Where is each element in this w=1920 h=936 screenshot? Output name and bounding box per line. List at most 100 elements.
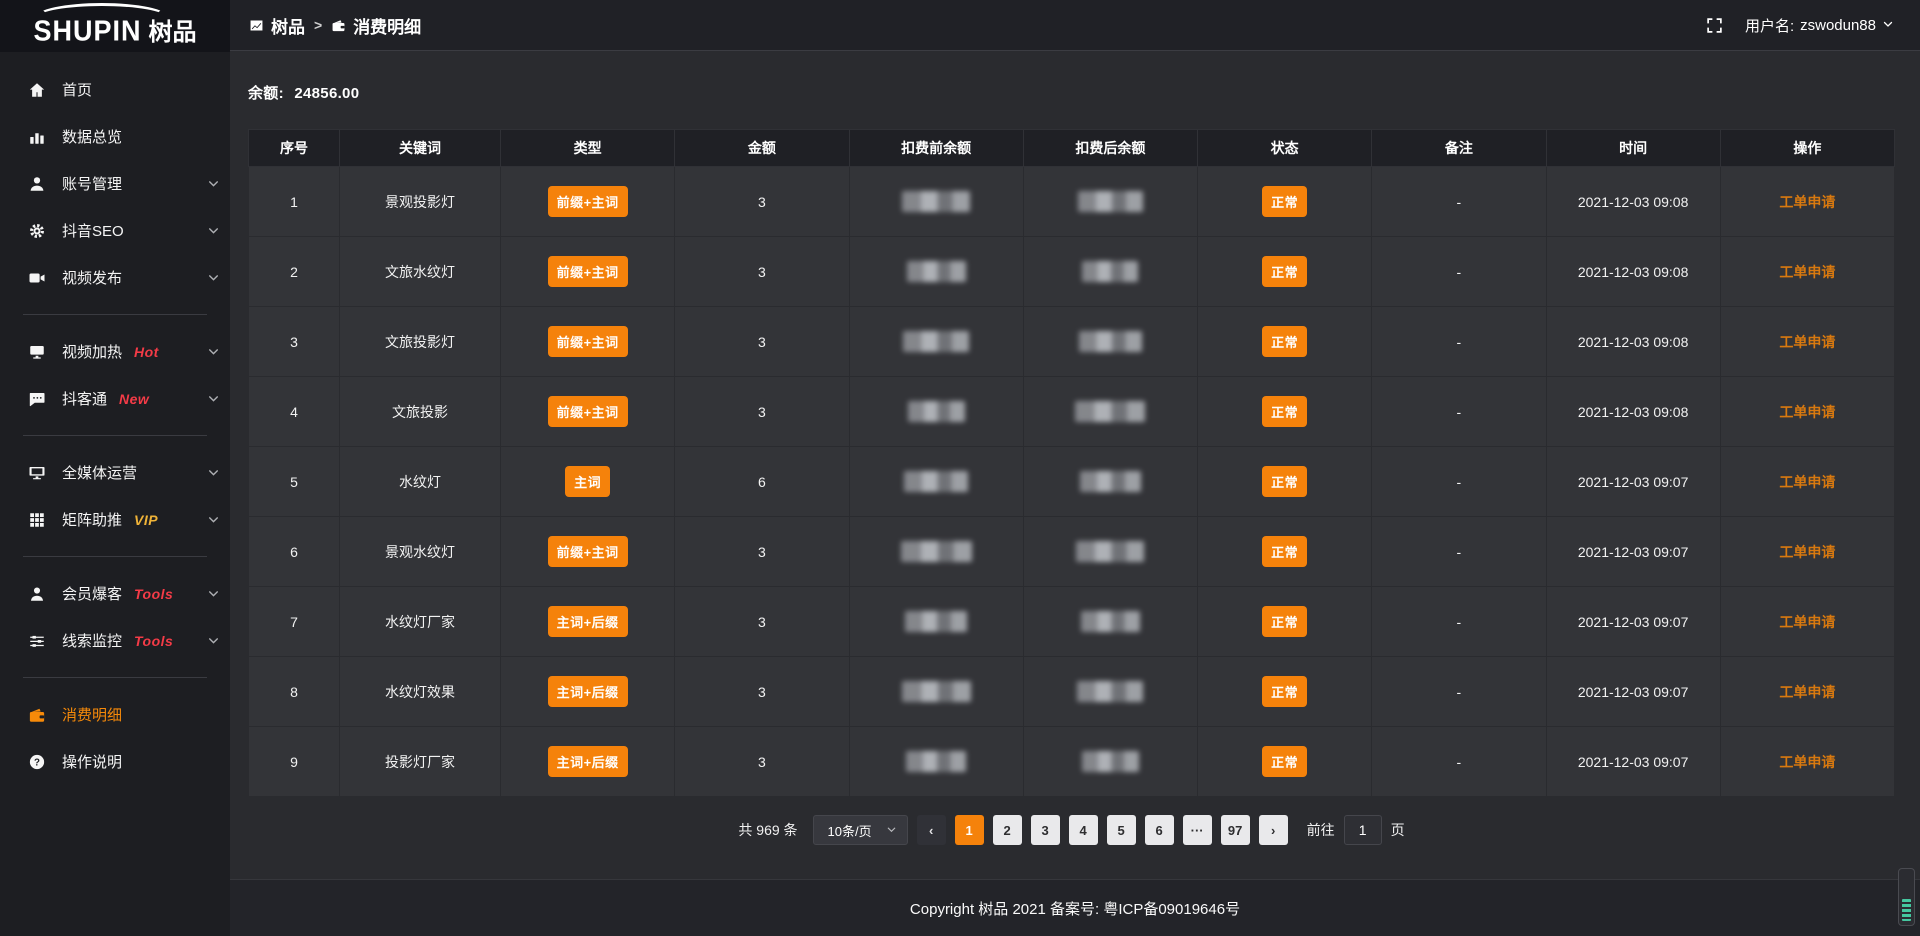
redacted-balance — [901, 541, 972, 562]
page-ellipsis-button[interactable]: ··· — [1183, 815, 1212, 845]
cell-keyword: 文旅水纹灯 — [340, 237, 501, 307]
breadcrumb-item-树品[interactable]: 树品 — [249, 13, 305, 38]
sidebar-item-视频加热[interactable]: 视频加热Hot — [0, 328, 230, 375]
wallet-icon — [331, 18, 346, 33]
type-badge: 前缀+主词 — [548, 326, 628, 357]
work-order-link[interactable]: 工单申请 — [1779, 264, 1835, 280]
status-badge: 正常 — [1262, 466, 1307, 497]
cell-status: 正常 — [1198, 377, 1372, 447]
page-button-3[interactable]: 3 — [1031, 815, 1060, 845]
column-header-金额: 金额 — [675, 130, 849, 167]
cell-balance-before — [849, 307, 1023, 377]
widget-stripes — [1902, 899, 1911, 921]
sidebar-item-badge: New — [119, 391, 149, 407]
cell-status: 正常 — [1198, 447, 1372, 517]
page-button-5[interactable]: 5 — [1107, 815, 1136, 845]
cell-index: 6 — [249, 517, 340, 587]
copyright-text: Copyright 树品 2021 备案号: 粤ICP备09019646号 — [910, 898, 1240, 919]
cell-keyword: 水纹灯厂家 — [340, 587, 501, 657]
sidebar-item-抖音SEO[interactable]: 抖音SEO — [0, 207, 230, 254]
work-order-link[interactable]: 工单申请 — [1779, 684, 1835, 700]
work-order-link[interactable]: 工单申请 — [1779, 544, 1835, 560]
table-row: 5水纹灯主词6正常-2021-12-03 09:07工单申请 — [249, 447, 1895, 517]
content-area: 余额: 24856.00 序号关键词类型金额扣费前余额扣费后余额状态备注时间操作… — [230, 51, 1920, 879]
member-icon — [27, 584, 47, 604]
sidebar-divider — [23, 556, 207, 557]
breadcrumb-item-消费明细[interactable]: 消费明细 — [331, 13, 421, 38]
app-root: SHUPIN 树品 首页数据总览账号管理抖音SEO视频发布视频加热Hot抖客通N… — [0, 0, 1920, 936]
cell-amount: 6 — [675, 447, 849, 517]
work-order-link[interactable]: 工单申请 — [1779, 754, 1835, 770]
sliders-icon — [27, 631, 47, 651]
type-badge: 主词+后缀 — [548, 746, 628, 777]
work-order-link[interactable]: 工单申请 — [1779, 474, 1835, 490]
column-header-扣费后余额: 扣费后余额 — [1023, 130, 1197, 167]
cell-time: 2021-12-03 09:08 — [1546, 237, 1720, 307]
chevron-down-icon — [207, 392, 220, 405]
goto-label: 前往 — [1307, 820, 1335, 840]
cell-remark: - — [1372, 587, 1546, 657]
cell-remark: - — [1372, 657, 1546, 727]
sidebar-item-首页[interactable]: 首页 — [0, 66, 230, 113]
chevron-down-icon — [1882, 17, 1894, 34]
user-dropdown[interactable]: 用户名: zswodun88 — [1745, 15, 1894, 36]
sidebar-item-label: 矩阵助推 — [62, 509, 122, 530]
sidebar-item-线索监控[interactable]: 线索监控Tools — [0, 617, 230, 664]
page-footer: Copyright 树品 2021 备案号: 粤ICP备09019646号 — [230, 879, 1920, 936]
page-button-2[interactable]: 2 — [993, 815, 1022, 845]
chat-icon — [27, 389, 47, 409]
cell-amount: 3 — [675, 727, 849, 797]
column-header-序号: 序号 — [249, 130, 340, 167]
breadcrumb-label: 消费明细 — [353, 13, 421, 38]
video-icon — [27, 268, 47, 288]
redacted-balance — [1080, 471, 1141, 492]
sidebar-item-操作说明[interactable]: ?操作说明 — [0, 738, 230, 785]
sidebar-item-抖客通[interactable]: 抖客通New — [0, 375, 230, 422]
work-order-link[interactable]: 工单申请 — [1779, 404, 1835, 420]
chevron-down-icon — [207, 271, 220, 284]
chevron-down-icon — [207, 177, 220, 190]
work-order-link[interactable]: 工单申请 — [1779, 334, 1835, 350]
page-size-select[interactable]: 10条/页 — [813, 815, 908, 845]
goto-page-input[interactable] — [1344, 815, 1382, 845]
cell-balance-after — [1023, 517, 1197, 587]
sidebar-item-账号管理[interactable]: 账号管理 — [0, 160, 230, 207]
cell-action: 工单申请 — [1720, 587, 1894, 657]
work-order-link[interactable]: 工单申请 — [1779, 614, 1835, 630]
column-header-关键词: 关键词 — [340, 130, 501, 167]
cell-action: 工单申请 — [1720, 657, 1894, 727]
type-badge: 前缀+主词 — [548, 256, 628, 287]
sidebar-item-全媒体运营[interactable]: 全媒体运营 — [0, 449, 230, 496]
next-page-button[interactable]: › — [1259, 815, 1288, 845]
work-order-link[interactable]: 工单申请 — [1779, 194, 1835, 210]
redacted-balance — [1075, 401, 1145, 422]
prev-page-button[interactable]: ‹ — [917, 815, 946, 845]
page-button-4[interactable]: 4 — [1069, 815, 1098, 845]
page-button-1[interactable]: 1 — [955, 815, 984, 845]
fullscreen-icon[interactable] — [1706, 17, 1723, 34]
sidebar-item-消费明细[interactable]: 消费明细 — [0, 691, 230, 738]
cell-remark: - — [1372, 377, 1546, 447]
cell-time: 2021-12-03 09:08 — [1546, 377, 1720, 447]
page-button-97[interactable]: 97 — [1221, 815, 1250, 845]
column-header-扣费前余额: 扣费前余额 — [849, 130, 1023, 167]
floating-side-widget[interactable] — [1898, 868, 1915, 926]
cell-time: 2021-12-03 09:08 — [1546, 167, 1720, 237]
balance-line: 余额: 24856.00 — [248, 82, 1895, 103]
table-row: 4文旅投影前缀+主词3正常-2021-12-03 09:08工单申请 — [249, 377, 1895, 447]
balance-value: 24856.00 — [294, 85, 359, 102]
sidebar-divider — [23, 677, 207, 678]
column-header-时间: 时间 — [1546, 130, 1720, 167]
cell-amount: 3 — [675, 307, 849, 377]
sidebar-item-会员爆客[interactable]: 会员爆客Tools — [0, 570, 230, 617]
sidebar-item-label: 账号管理 — [62, 173, 122, 194]
balance-label: 余额: — [248, 85, 284, 102]
sidebar-item-矩阵助推[interactable]: 矩阵助推VIP — [0, 496, 230, 543]
redacted-balance — [1078, 191, 1143, 212]
sidebar-item-视频发布[interactable]: 视频发布 — [0, 254, 230, 301]
cell-amount: 3 — [675, 657, 849, 727]
page-button-6[interactable]: 6 — [1145, 815, 1174, 845]
sidebar-item-数据总览[interactable]: 数据总览 — [0, 113, 230, 160]
cell-time: 2021-12-03 09:07 — [1546, 587, 1720, 657]
column-header-备注: 备注 — [1372, 130, 1546, 167]
